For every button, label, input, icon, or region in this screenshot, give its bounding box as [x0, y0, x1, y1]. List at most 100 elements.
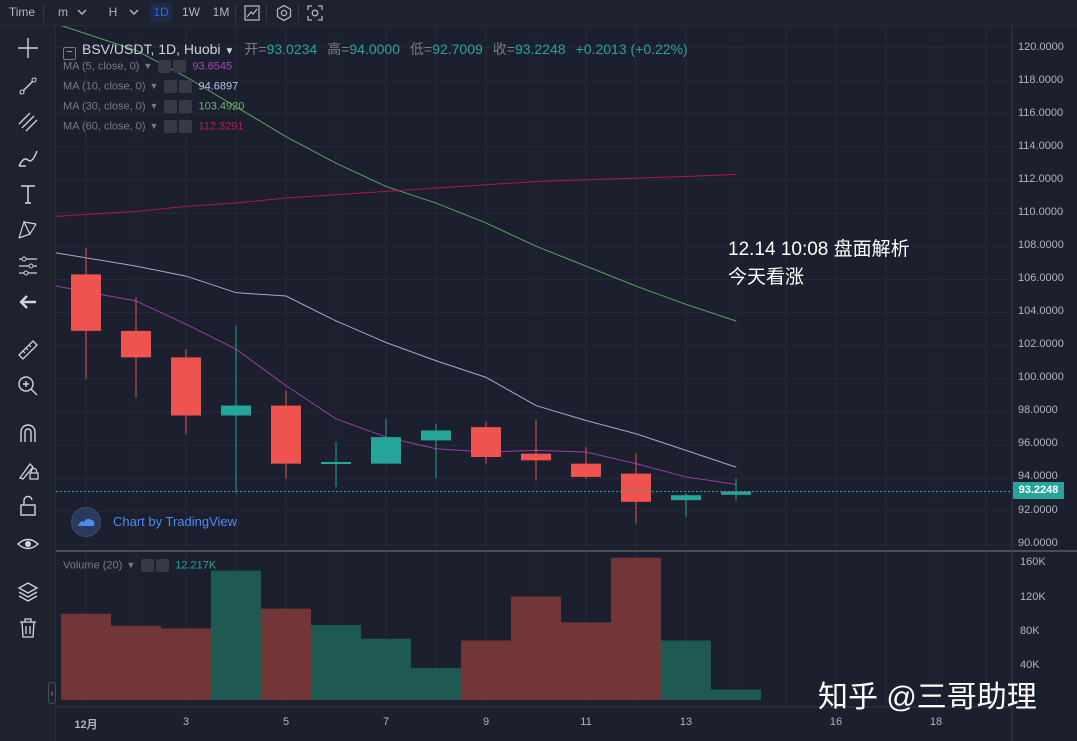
settings-icon[interactable]	[275, 4, 293, 22]
close-label: 收=	[492, 41, 515, 57]
indicator-value: 94.6897	[198, 80, 239, 93]
indicator-name: Volume (20)	[63, 559, 123, 572]
prediction-icon[interactable]	[16, 254, 40, 278]
price-tick: 120.0000	[1018, 41, 1064, 53]
volume-tick: 120K	[1020, 591, 1046, 603]
settings-icon[interactable]	[164, 80, 178, 93]
screenshot-icon[interactable]	[306, 4, 324, 22]
volume-bar	[111, 625, 161, 700]
trash-icon[interactable]	[16, 616, 40, 640]
collapse-toolbar-button[interactable]: ‹	[48, 682, 56, 704]
hours-interval[interactable]: H	[106, 3, 120, 22]
settings-icon[interactable]	[164, 100, 178, 113]
price-tick: 102.0000	[1018, 338, 1064, 350]
price-tick: 96.0000	[1018, 437, 1058, 449]
text-icon[interactable]	[16, 182, 40, 206]
chevron-down-icon[interactable]: ▼	[150, 81, 159, 91]
settings-icon[interactable]	[158, 60, 172, 73]
interval-1m[interactable]: 1M	[209, 3, 233, 22]
last-price-badge: 93.2248	[1013, 482, 1064, 499]
chevron-down-icon[interactable]	[76, 5, 88, 19]
minutes-interval[interactable]: m	[56, 3, 70, 22]
chevron-down-icon[interactable]: ▼	[150, 101, 159, 111]
time-tick: 16	[829, 716, 843, 728]
lock-drawing-icon[interactable]	[16, 458, 40, 482]
close-icon[interactable]	[179, 100, 193, 113]
drawing-toolbar: ‹	[0, 26, 56, 741]
indicator-ma30[interactable]: MA (30, close, 0) ▼ 103.4920	[63, 100, 244, 116]
time-tick: 12月	[74, 719, 98, 731]
fib-icon[interactable]	[16, 110, 40, 134]
volume-bar	[461, 640, 511, 700]
interval-1d[interactable]: 1D	[150, 3, 172, 22]
price-tick: 114.0000	[1018, 140, 1064, 152]
indicator-name: MA (30, close, 0)	[63, 100, 146, 113]
indicator-name: MA (5, close, 0)	[63, 60, 140, 73]
price-tick: 110.0000	[1018, 206, 1064, 218]
time-tick: 9	[482, 716, 490, 728]
annotation-line: 今天看涨	[728, 267, 805, 288]
time-menu[interactable]: Time	[8, 3, 36, 22]
chevron-down-icon[interactable]	[128, 5, 140, 19]
interval-1w[interactable]: 1W	[179, 3, 203, 22]
settings-icon[interactable]	[164, 120, 178, 133]
candle-body	[421, 430, 451, 441]
settings-icon[interactable]	[141, 559, 155, 572]
volume-bars	[61, 557, 761, 700]
candle-body	[321, 462, 351, 464]
volume-bar	[611, 557, 661, 700]
magnet-icon[interactable]	[16, 422, 40, 446]
indicator-value: 103.4920	[198, 100, 245, 113]
close-icon[interactable]	[173, 60, 187, 73]
eye-icon[interactable]	[16, 532, 40, 556]
zoom-icon[interactable]	[16, 374, 40, 398]
pattern-icon[interactable]	[16, 218, 40, 242]
symbol-legend: − BSV/USDT, 1D, Huobi ▼ 开=93.0234 高=94.0000 低…	[63, 39, 688, 60]
price-tick: 90.0000	[1018, 537, 1058, 549]
bar-style-icon[interactable]	[243, 4, 261, 22]
layers-icon[interactable]	[16, 580, 40, 604]
close-icon[interactable]	[179, 80, 193, 93]
time-tick: 11	[580, 716, 592, 728]
indicator-ma10[interactable]: MA (10, close, 0) ▼ 94.6897	[63, 80, 238, 96]
symbol-title[interactable]: BSV/USDT, 1D, Huobi	[82, 41, 221, 57]
volume-tick: 80K	[1020, 625, 1040, 637]
volume-bar	[311, 624, 361, 700]
time-tick: 7	[382, 716, 390, 728]
toolbar-divider	[235, 4, 236, 22]
volume-legend[interactable]: Volume (20) ▼ 12.217K	[63, 559, 216, 575]
volume-bar	[361, 638, 411, 700]
close-icon[interactable]	[156, 559, 170, 572]
volume-bar	[211, 570, 261, 700]
chevron-down-icon[interactable]: ▼	[126, 560, 135, 570]
chevron-down-icon[interactable]: ▼	[143, 61, 152, 71]
indicator-ma60[interactable]: MA (60, close, 0) ▼ 112.3291	[63, 120, 244, 136]
chevron-down-icon[interactable]: ▼	[225, 46, 235, 57]
candle-body	[271, 405, 301, 464]
price-tick: 92.0000	[1018, 504, 1058, 516]
brush-icon[interactable]	[16, 146, 40, 170]
candle-body	[171, 357, 201, 416]
candle-body	[621, 473, 651, 502]
time-tick: 13	[679, 716, 693, 728]
unlock-icon[interactable]	[16, 494, 40, 518]
watermark: 知乎 @三哥助理	[818, 681, 1037, 714]
indicator-value: 112.3291	[198, 120, 244, 133]
indicator-ma5[interactable]: MA (5, close, 0) ▼ 93.6545	[63, 60, 232, 76]
close-icon[interactable]	[179, 120, 193, 133]
trendline-icon[interactable]	[16, 74, 40, 98]
chart-annotation: 12.14 10:08 盘面解析 今天看涨	[728, 236, 910, 292]
low-value: 92.7009	[432, 41, 483, 57]
back-arrow-icon[interactable]	[16, 290, 40, 314]
chevron-down-icon[interactable]: ▼	[150, 121, 159, 131]
candle-body	[471, 427, 501, 458]
volume-bar	[561, 622, 611, 700]
ruler-icon[interactable]	[16, 338, 40, 362]
open-label: 开=	[244, 41, 267, 57]
collapse-legend-icon[interactable]: −	[63, 47, 76, 60]
open-value: 93.0234	[266, 41, 318, 57]
crosshair-icon[interactable]	[16, 36, 40, 60]
tradingview-text: Chart by TradingView	[113, 514, 238, 529]
candle-body	[521, 453, 551, 461]
annotation-line: 12.14 10:08 盘面解析	[728, 239, 910, 260]
